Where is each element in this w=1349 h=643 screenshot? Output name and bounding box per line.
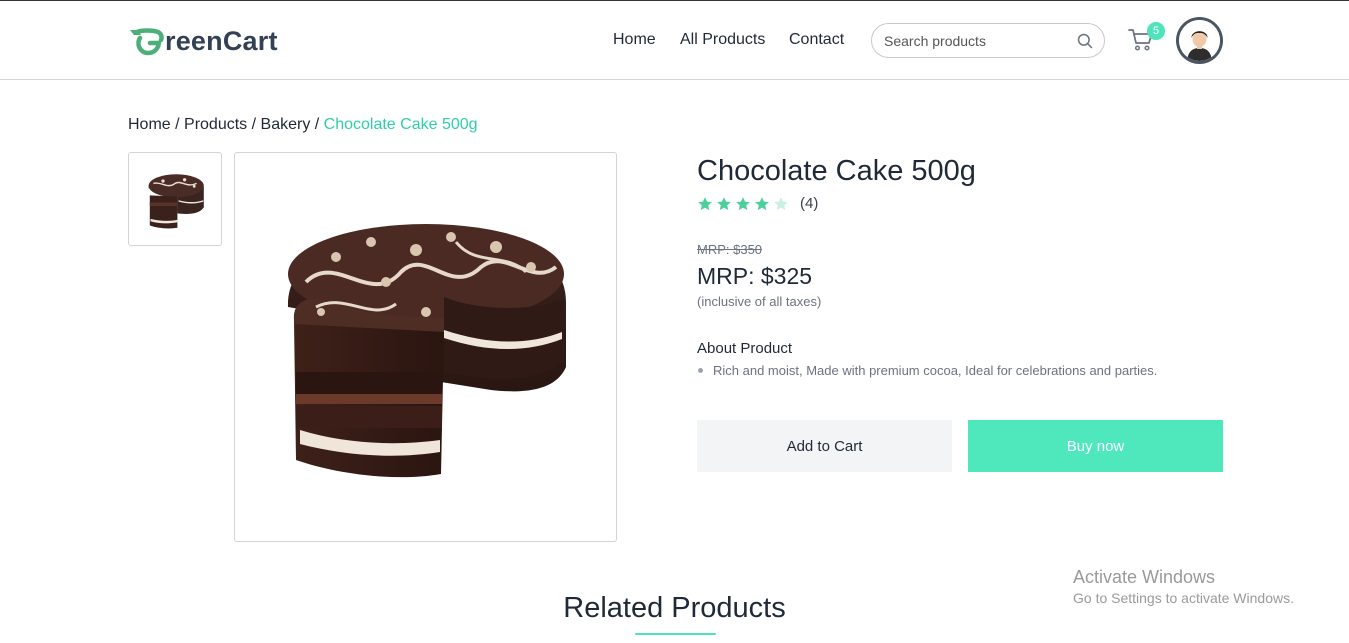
- breadcrumb-separator: /: [247, 116, 261, 133]
- cart-button[interactable]: 5: [1128, 22, 1165, 53]
- search-input[interactable]: [884, 32, 1064, 49]
- cake-thumbnail-image: [148, 174, 204, 229]
- breadcrumb-separator: /: [170, 116, 185, 133]
- chocolate-cake-image: [287, 224, 566, 478]
- star-filled-icon: [717, 197, 731, 211]
- cart-count-badge: 5: [1147, 22, 1165, 40]
- product-rating: (4): [697, 195, 818, 213]
- logo-text: reenCart: [165, 26, 278, 56]
- windows-activation-watermark: Activate Windows Go to Settings to activ…: [1073, 566, 1294, 608]
- star-empty-icon: [774, 197, 788, 211]
- rating-count: (4): [800, 195, 819, 212]
- user-avatar[interactable]: [1176, 17, 1223, 64]
- logo[interactable]: reenCart: [128, 25, 278, 57]
- about-product-point: Rich and moist, Made with premium cocoa,…: [697, 362, 1157, 379]
- nav-contact[interactable]: Contact: [789, 29, 844, 51]
- watermark-title: Activate Windows: [1073, 567, 1216, 587]
- star-filled-icon: [755, 197, 769, 211]
- nav-all-products[interactable]: All Products: [680, 29, 765, 51]
- search-icon[interactable]: [1076, 32, 1094, 50]
- nav-home[interactable]: Home: [613, 29, 656, 51]
- product-main-image: [234, 152, 617, 542]
- add-to-cart-button[interactable]: Add to Cart: [697, 420, 952, 472]
- product-title: Chocolate Cake 500g: [697, 155, 976, 187]
- logo-g-icon: [130, 28, 164, 56]
- buy-now-button[interactable]: Buy now: [968, 420, 1223, 472]
- avatar-person-icon: [1179, 20, 1220, 61]
- star-filled-icon: [698, 197, 712, 211]
- product-thumbnail[interactable]: [128, 152, 222, 246]
- tax-note: (inclusive of all taxes): [697, 294, 822, 309]
- related-products-underline: [635, 633, 716, 635]
- about-product-heading: About Product: [697, 340, 793, 357]
- breadcrumb-separator: /: [310, 116, 324, 133]
- breadcrumb-bakery[interactable]: Bakery: [261, 116, 311, 133]
- current-price: MRP: $325: [697, 263, 813, 289]
- watermark-subtitle: Go to Settings to activate Windows.: [1073, 590, 1294, 606]
- navbar: reenCart Home All Products Contact 5: [0, 1, 1349, 80]
- original-price: MRP: $350: [697, 242, 763, 257]
- breadcrumb-home[interactable]: Home: [128, 116, 171, 133]
- star-filled-icon: [736, 197, 750, 211]
- breadcrumb-products[interactable]: Products: [184, 116, 247, 133]
- about-product-list: Rich and moist, Made with premium cocoa,…: [697, 362, 1157, 379]
- breadcrumb: Home / Products / Bakery / Chocolate Cak…: [128, 115, 478, 135]
- search-bar: [871, 23, 1105, 58]
- breadcrumb-current: Chocolate Cake 500g: [323, 116, 478, 133]
